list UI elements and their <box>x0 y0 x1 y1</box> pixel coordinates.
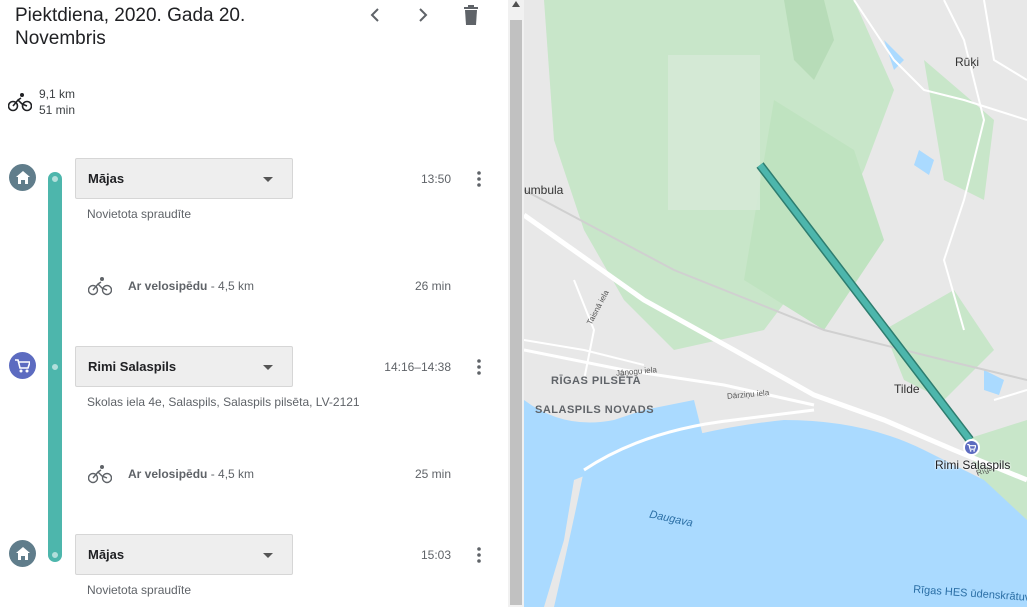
shopping-cart-icon <box>967 443 976 452</box>
panel-scrollbar[interactable] <box>508 0 524 607</box>
trip-summary-text: 9,1 km 51 min <box>39 86 75 118</box>
timeline-dot <box>50 550 60 560</box>
trip-date: Piektdiena, 2020. Gada 20. Novembris <box>15 4 245 50</box>
leg-text: Ar velosipēdu - 4,5 km <box>128 467 254 481</box>
leg-mode: Ar velosipēdu <box>128 467 208 481</box>
bicycle-icon <box>8 93 32 112</box>
bicycle-icon <box>88 277 112 296</box>
stop-more-button[interactable] <box>468 544 490 566</box>
caret-down-icon <box>263 177 273 182</box>
more-vertical-icon <box>477 171 481 187</box>
leg-duration: 25 min <box>414 467 451 481</box>
map-marker-label: Rimi Salaspils <box>935 458 1011 472</box>
caret-down-icon <box>263 553 273 558</box>
shopping-cart-icon <box>9 352 36 379</box>
scroll-thumb[interactable] <box>510 20 522 605</box>
stop-place-select[interactable]: Mājas <box>75 158 293 199</box>
delete-day-button[interactable] <box>458 2 484 28</box>
previous-day-button[interactable] <box>362 2 388 28</box>
stop-more-button[interactable] <box>468 168 490 190</box>
stop-place-select[interactable]: Mājas <box>75 534 293 575</box>
timeline-dot <box>50 174 60 184</box>
rimi-salaspils-marker[interactable] <box>963 439 980 456</box>
stop-place-select[interactable]: Rimi Salaspils <box>75 346 293 387</box>
total-distance: 9,1 km <box>39 87 76 101</box>
stop-subtitle: Skolas iela 4e, Salaspils, Salaspils pil… <box>87 395 360 409</box>
trip-details-panel: Piektdiena, 2020. Gada 20. Novembris 9,1… <box>0 0 508 607</box>
leg-text: Ar velosipēdu - 4,5 km <box>128 279 254 293</box>
map-label-salaspils-novads: SALASPILS NOVADS <box>535 404 655 416</box>
stop-name: Rimi Salaspils <box>88 359 177 374</box>
chevron-left-icon <box>370 8 379 22</box>
leg-distance: - 4,5 km <box>210 279 255 293</box>
leg-row[interactable]: Ar velosipēdu - 4,5 km 26 min <box>88 274 453 296</box>
map-label-umbula: umbula <box>524 183 564 197</box>
next-day-button[interactable] <box>410 2 436 28</box>
bicycle-icon <box>88 465 112 484</box>
stop-name: Mājas <box>88 547 125 562</box>
leg-distance: - 4,5 km <box>210 467 255 481</box>
more-vertical-icon <box>477 547 481 563</box>
home-icon <box>9 540 36 567</box>
leg-duration: 26 min <box>414 279 451 293</box>
more-vertical-icon <box>477 359 481 375</box>
stop-subtitle: Novietota spraudīte <box>87 583 192 597</box>
map-label-ruki: Rūķi <box>955 55 980 69</box>
leg-mode: Ar velosipēdu <box>128 279 208 293</box>
stop-time: 15:03 <box>420 548 451 562</box>
caret-down-icon <box>263 365 273 370</box>
map-label-tilde: Tilde <box>894 382 920 396</box>
timeline-dot <box>50 362 60 372</box>
scroll-up-arrow-icon[interactable] <box>511 0 521 8</box>
chevron-right-icon <box>419 8 428 22</box>
stop-time: 13:50 <box>420 172 451 186</box>
leg-row[interactable]: Ar velosipēdu - 4,5 km 25 min <box>88 462 453 484</box>
stop-subtitle: Novietota spraudīte <box>87 207 192 221</box>
map-view[interactable]: Rūķi umbula Tilde RĪGAS PILSĒTA SALASPIL… <box>524 0 1027 607</box>
stop-more-button[interactable] <box>468 356 490 378</box>
home-icon <box>9 164 36 191</box>
stop-name: Mājas <box>88 171 125 186</box>
total-duration: 51 min <box>39 103 76 117</box>
trip-date-line2: Novembris <box>15 28 106 49</box>
trip-date-line1: Piektdiena, 2020. Gada 20. <box>15 5 246 26</box>
trash-icon <box>464 5 478 25</box>
stop-time: 14:16–14:38 <box>384 360 451 374</box>
